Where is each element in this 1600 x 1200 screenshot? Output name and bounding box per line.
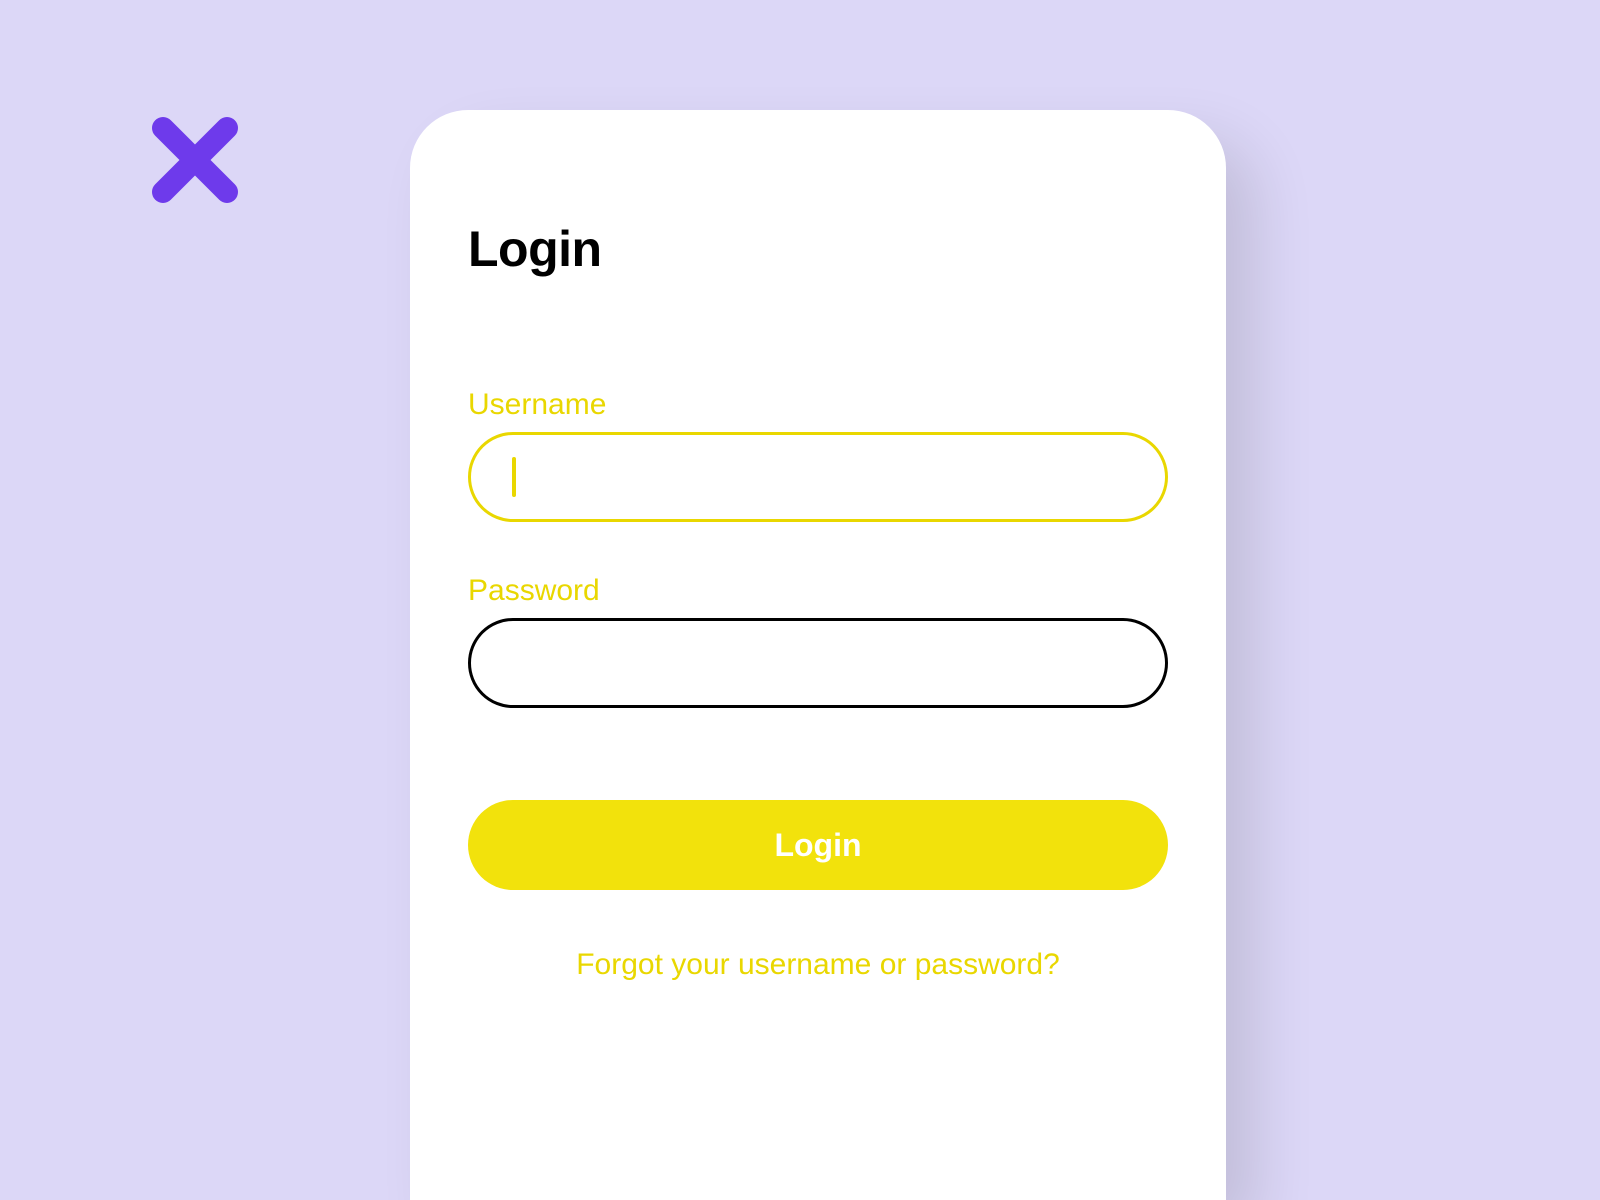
page-title: Login xyxy=(468,220,1168,278)
forgot-credentials-link[interactable]: Forgot your username or password? xyxy=(468,948,1168,982)
login-button[interactable]: Login xyxy=(468,800,1168,890)
text-cursor-icon xyxy=(512,457,516,497)
username-group: Username xyxy=(468,388,1168,522)
login-card: Login Username Password Login Forgot you… xyxy=(410,110,1226,1200)
password-group: Password xyxy=(468,574,1168,708)
username-label: Username xyxy=(468,388,1168,422)
username-input[interactable] xyxy=(468,432,1168,522)
username-input-wrap xyxy=(468,432,1168,522)
password-label: Password xyxy=(468,574,1168,608)
close-icon[interactable] xyxy=(145,110,245,210)
password-input-wrap xyxy=(468,618,1168,708)
password-input[interactable] xyxy=(468,618,1168,708)
